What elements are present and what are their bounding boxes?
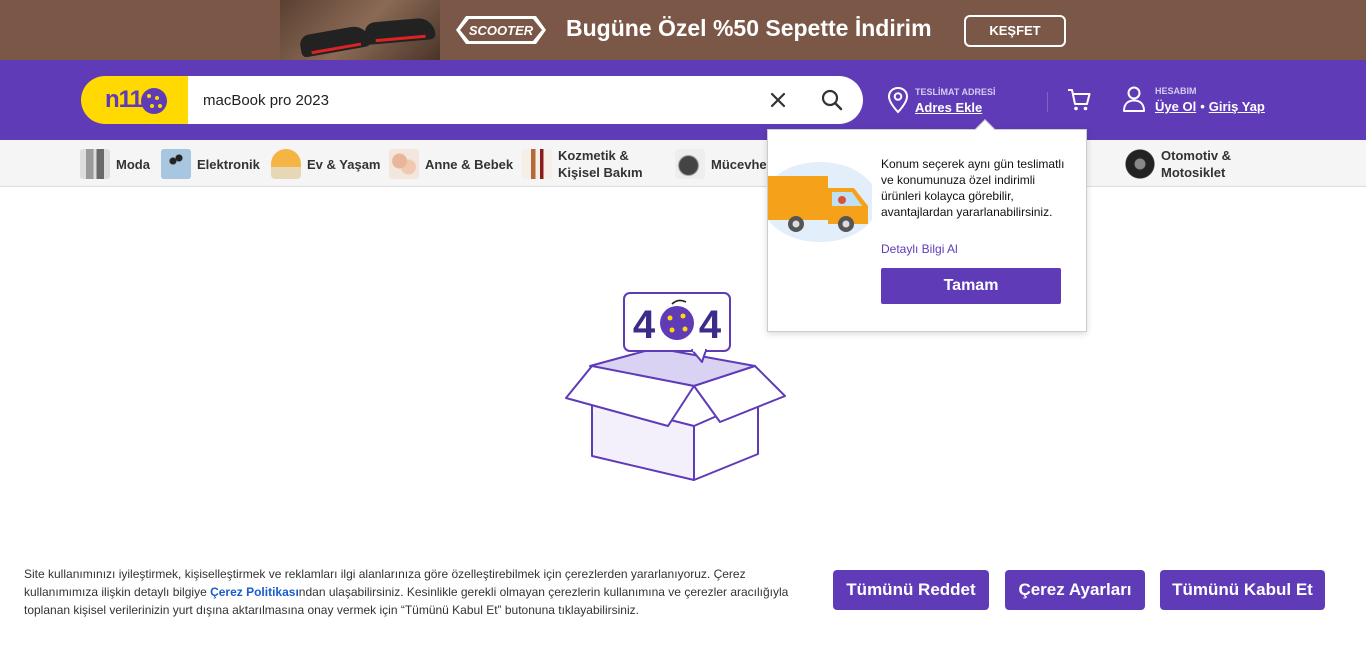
category-label: Anne & Bebek [425, 156, 514, 172]
category-label: Ev & Yaşam [307, 156, 381, 172]
category-label: Otomotiv & Motosiklet [1161, 148, 1232, 180]
location-popup: Konum seçerek aynı gün teslimatlı ve kon… [767, 119, 1087, 332]
search-icon[interactable] [820, 88, 844, 112]
cart-icon[interactable] [1066, 87, 1092, 113]
user-icon[interactable] [1122, 85, 1146, 113]
automotive-thumbnail [1125, 149, 1155, 179]
location-pin-icon [887, 86, 909, 114]
category-label: Elektronik [197, 156, 260, 172]
ladybug-icon [141, 88, 167, 114]
add-address-link[interactable]: Adres Ekle [915, 100, 982, 115]
cookie-settings-button[interactable]: Çerez Ayarları [1005, 570, 1145, 610]
cookie-consent-bar: Site kullanımınızı iyileştirmek, kişisel… [0, 550, 1366, 653]
ok-button[interactable]: Tamam [881, 268, 1061, 304]
popup-message: Konum seçerek aynı gün teslimatlı ve kon… [881, 157, 1065, 219]
search-bar [188, 76, 863, 124]
category-electronics[interactable]: Elektronik [161, 146, 260, 182]
category-label: Moda [116, 156, 150, 172]
error-digit-right: 4 [699, 303, 722, 347]
cookie-message: Site kullanımınızı iyileştirmek, kişisel… [24, 567, 789, 617]
search-input[interactable] [203, 76, 743, 124]
category-label: Mücevhe [711, 156, 767, 172]
category-bar: Moda Elektronik Ev & Yaşam Anne & Bebek … [0, 140, 1366, 187]
delivery-truck-icon [768, 162, 872, 242]
ladybug-zero-icon [660, 306, 694, 340]
account-label: HESABIM [1155, 86, 1197, 96]
scooter-logo-text: SCOOTER [469, 23, 534, 38]
link-separator: • [1200, 99, 1205, 114]
delivery-label: TESLİMAT ADRESİ [915, 87, 996, 97]
category-jewelry[interactable]: Mücevhe [675, 146, 767, 182]
category-cosmetics[interactable]: Kozmetik & Kişisel Bakım [522, 146, 643, 182]
account-links: Üye Ol • Giriş Yap [1155, 99, 1265, 114]
cookie-policy-link[interactable]: Çerez Politikası [210, 585, 299, 599]
error-digit-left: 4 [633, 303, 656, 347]
category-automotive[interactable]: Otomotiv & Motosiklet [1125, 146, 1231, 182]
scooter-logo: SCOOTER [456, 16, 546, 44]
header-divider [1047, 92, 1048, 112]
category-home-living[interactable]: Ev & Yaşam [271, 146, 380, 182]
login-link[interactable]: Giriş Yap [1209, 99, 1265, 114]
signup-link[interactable]: Üye Ol [1155, 99, 1196, 114]
promo-image [280, 0, 440, 60]
category-fashion[interactable]: Moda [80, 146, 150, 182]
accept-all-button[interactable]: Tümünü Kabul Et [1160, 570, 1325, 610]
close-icon[interactable] [766, 88, 790, 112]
promo-headline: Bugüne Özel %50 Sepette İndirim [566, 15, 932, 41]
n11-logo[interactable]: n11 [81, 76, 191, 124]
site-header: n11 TESLİMAT ADRESİ Adres Ekle HESABIM [0, 60, 1366, 140]
category-mother-baby[interactable]: Anne & Bebek [389, 146, 513, 182]
promo-discover-button[interactable]: KEŞFET [964, 15, 1066, 47]
electronics-thumbnail [161, 149, 191, 179]
promo-banner[interactable]: SCOOTER Bugüne Özel %50 Sepette İndirim … [0, 0, 1366, 60]
cosmetics-thumbnail [522, 149, 552, 179]
fashion-thumbnail [80, 149, 110, 179]
reject-all-button[interactable]: Tümünü Reddet [833, 570, 989, 610]
baby-thumbnail [389, 149, 419, 179]
jewelry-thumbnail [675, 149, 705, 179]
home-thumbnail [271, 149, 301, 179]
logo-text: n11 [105, 86, 143, 113]
not-found-illustration: 4 4 [565, 292, 786, 481]
category-label: Kozmetik & Kişisel Bakım [558, 148, 643, 180]
more-info-link[interactable]: Detaylı Bilgi Al [881, 242, 958, 256]
